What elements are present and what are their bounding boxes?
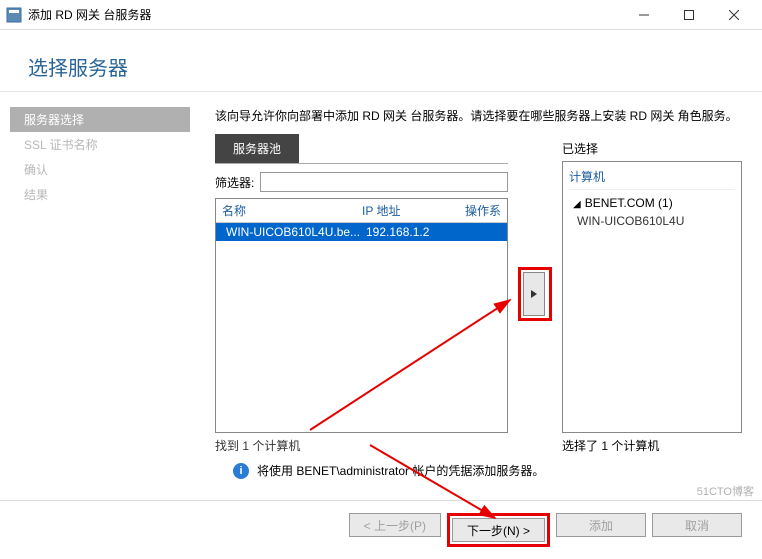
minimize-button[interactable] xyxy=(621,1,666,29)
next-button-highlight: 下一步(N) > xyxy=(447,513,550,547)
maximize-button[interactable] xyxy=(666,1,711,29)
move-column xyxy=(518,134,552,454)
sidebar-item-result[interactable]: 结果 xyxy=(10,182,190,207)
footer: < 上一步(P) 下一步(N) > 添加 取消 xyxy=(0,500,762,559)
collapse-icon: ◢ xyxy=(573,199,581,210)
selected-box: 计算机 ◢BENET.COM (1) WIN-UICOB610L4U xyxy=(562,161,742,433)
description-text: 该向导允许你向部署中添加 RD 网关 台服务器。请选择要在哪些服务器上安装 RD… xyxy=(215,107,742,124)
add-button[interactable]: 添加 xyxy=(556,513,646,537)
header-ip[interactable]: IP 地址 xyxy=(362,202,462,219)
page-title: 选择服务器 xyxy=(28,52,734,81)
selected-server-node[interactable]: WIN-UICOB610L4U xyxy=(569,212,735,230)
app-icon xyxy=(6,7,22,23)
filter-input[interactable] xyxy=(260,172,508,192)
header-os[interactable]: 操作系 xyxy=(462,202,501,219)
page-header: 选择服务器 xyxy=(0,30,762,92)
move-button-highlight xyxy=(518,267,552,321)
move-right-button[interactable] xyxy=(523,272,545,316)
info-text: 将使用 BENET\administrator 帐户的凭据添加服务器。 xyxy=(257,462,544,479)
info-row: i 将使用 BENET\administrator 帐户的凭据添加服务器。 xyxy=(215,454,742,479)
arrow-right-icon xyxy=(529,289,539,299)
cell-ip: 192.168.1.2 xyxy=(366,225,466,239)
selected-label: 已选择 xyxy=(562,134,742,161)
sidebar-item-server-select[interactable]: 服务器选择 xyxy=(10,107,190,132)
pool-tab-row: 服务器池 xyxy=(215,134,508,164)
computer-header: 计算机 xyxy=(569,166,735,190)
table-header: 名称 IP 地址 操作系 xyxy=(216,199,507,223)
sidebar: 服务器选择 SSL 证书名称 确认 结果 xyxy=(0,92,200,512)
sidebar-item-ssl[interactable]: SSL 证书名称 xyxy=(10,132,190,157)
server-pool-panel: 服务器池 筛选器: 名称 IP 地址 操作系 WIN-UICOB610L4U.b… xyxy=(215,134,508,454)
close-button[interactable] xyxy=(711,1,756,29)
pool-container: 服务器池 筛选器: 名称 IP 地址 操作系 WIN-UICOB610L4U.b… xyxy=(215,134,742,454)
cancel-button[interactable]: 取消 xyxy=(652,513,742,537)
watermark: 51CTO博客 xyxy=(697,483,754,499)
filter-row: 筛选器: xyxy=(215,164,508,198)
filter-label: 筛选器: xyxy=(215,174,254,191)
table-row[interactable]: WIN-UICOB610L4U.be... 192.168.1.2 xyxy=(216,223,507,241)
domain-node[interactable]: ◢BENET.COM (1) xyxy=(569,194,735,212)
selected-panel: 已选择 计算机 ◢BENET.COM (1) WIN-UICOB610L4U 选… xyxy=(562,134,742,454)
server-table: 名称 IP 地址 操作系 WIN-UICOB610L4U.be... 192.1… xyxy=(215,198,508,433)
pool-tab[interactable]: 服务器池 xyxy=(215,134,299,163)
body: 服务器选择 SSL 证书名称 确认 结果 该向导允许你向部署中添加 RD 网关 … xyxy=(0,92,762,512)
info-icon: i xyxy=(233,463,249,479)
title-text: 添加 RD 网关 台服务器 xyxy=(28,6,621,23)
window-controls xyxy=(621,1,756,29)
titlebar: 添加 RD 网关 台服务器 xyxy=(0,0,762,30)
selected-count: 选择了 1 个计算机 xyxy=(562,433,742,454)
next-button[interactable]: 下一步(N) > xyxy=(452,518,545,542)
header-name[interactable]: 名称 xyxy=(222,202,362,219)
prev-button[interactable]: < 上一步(P) xyxy=(349,513,441,537)
found-count: 找到 1 个计算机 xyxy=(215,433,508,454)
content-area: 该向导允许你向部署中添加 RD 网关 台服务器。请选择要在哪些服务器上安装 RD… xyxy=(200,92,762,512)
cell-name: WIN-UICOB610L4U.be... xyxy=(226,225,366,239)
sidebar-item-confirm[interactable]: 确认 xyxy=(10,157,190,182)
